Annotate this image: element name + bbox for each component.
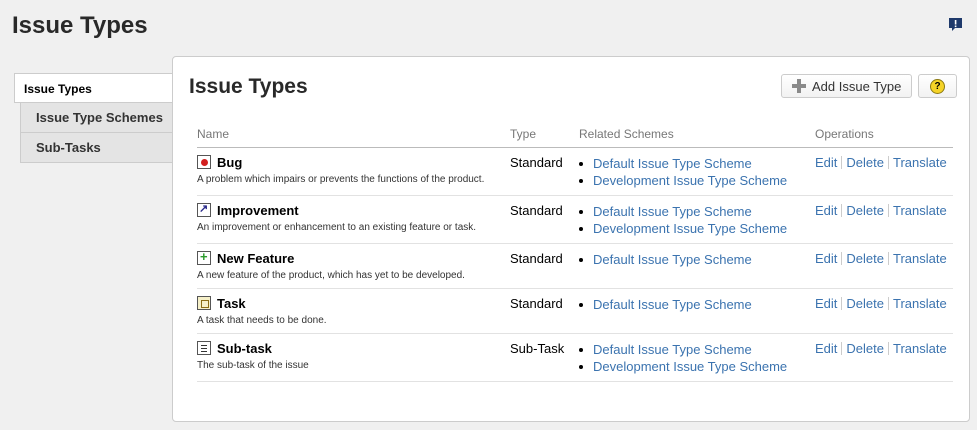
- name-cell: Improvement An improvement or enhancemen…: [197, 195, 510, 244]
- column-header-related-schemes: Related Schemes: [579, 121, 815, 148]
- page-title: Issue Types: [12, 12, 148, 39]
- sidebar-item-label: Issue Type Schemes: [36, 110, 163, 125]
- divider: [841, 203, 843, 217]
- add-issue-type-button[interactable]: Add Issue Type: [781, 74, 912, 98]
- scheme-link[interactable]: Development Issue Type Scheme: [593, 359, 787, 374]
- issue-type-name: Improvement: [217, 202, 299, 218]
- new-feature-icon: [197, 249, 211, 265]
- delete-link[interactable]: Delete: [846, 251, 884, 266]
- scheme-link[interactable]: Default Issue Type Scheme: [593, 252, 752, 267]
- issue-type-description: The sub-task of the issue: [197, 359, 309, 371]
- admin-sidebar: Issue Types Issue Type Schemes Sub-Tasks: [14, 73, 174, 163]
- sidebar-item-issue-type-schemes[interactable]: Issue Type Schemes: [20, 103, 174, 133]
- name-cell: New Feature A new feature of the product…: [197, 243, 510, 289]
- edit-link[interactable]: Edit: [815, 296, 837, 311]
- operations-cell: Edit Delete Translate: [815, 243, 953, 289]
- divider: [887, 341, 889, 355]
- related-schemes-cell: Default Issue Type Scheme Development Is…: [579, 195, 815, 244]
- divider: [841, 251, 843, 265]
- divider: [887, 251, 889, 265]
- table-row: Bug A problem which impairs or prevents …: [197, 147, 953, 196]
- related-schemes-cell: Default Issue Type Scheme: [579, 243, 815, 289]
- divider: [841, 155, 843, 169]
- issue-type-name: New Feature: [217, 250, 295, 266]
- sidebar-item-label: Issue Types: [24, 82, 92, 96]
- subtask-icon: [197, 341, 211, 355]
- scheme-link[interactable]: Default Issue Type Scheme: [593, 204, 752, 219]
- divider: [887, 296, 889, 310]
- translate-link[interactable]: Translate: [893, 341, 947, 356]
- issue-type-name: Bug: [217, 154, 243, 170]
- translate-link[interactable]: Translate: [893, 155, 947, 170]
- type-cell: Standard: [510, 195, 579, 244]
- type-cell: Standard: [510, 288, 579, 334]
- scheme-link[interactable]: Default Issue Type Scheme: [593, 297, 752, 312]
- delete-link[interactable]: Delete: [846, 341, 884, 356]
- issue-type-description: A task that needs to be done.: [197, 314, 327, 326]
- name-cell: Task A task that needs to be done.: [197, 288, 510, 334]
- toolbar: Add Issue Type ?: [781, 74, 957, 98]
- translate-link[interactable]: Translate: [893, 251, 947, 266]
- delete-link[interactable]: Delete: [846, 155, 884, 170]
- name-cell: Sub-task The sub-task of the issue: [197, 333, 510, 382]
- scheme-link[interactable]: Development Issue Type Scheme: [593, 221, 787, 236]
- column-header-name: Name: [197, 121, 510, 148]
- issue-type-description: An improvement or enhancement to an exis…: [197, 221, 477, 233]
- name-cell: Bug A problem which impairs or prevents …: [197, 147, 510, 196]
- related-schemes-cell: Default Issue Type Scheme Development Is…: [579, 333, 815, 382]
- issue-type-name: Task: [217, 295, 246, 311]
- sidebar-item-sub-tasks[interactable]: Sub-Tasks: [20, 133, 174, 163]
- panel-title: Issue Types: [189, 75, 308, 98]
- table-row: Improvement An improvement or enhancemen…: [197, 195, 953, 244]
- translate-link[interactable]: Translate: [893, 203, 947, 218]
- edit-link[interactable]: Edit: [815, 203, 837, 218]
- delete-link[interactable]: Delete: [846, 296, 884, 311]
- scheme-link[interactable]: Default Issue Type Scheme: [593, 156, 752, 171]
- feedback-icon[interactable]: [948, 17, 963, 32]
- column-header-type: Type: [510, 121, 579, 148]
- divider: [841, 341, 843, 355]
- translate-link[interactable]: Translate: [893, 296, 947, 311]
- divider: [887, 203, 889, 217]
- bug-icon: [197, 155, 211, 169]
- operations-cell: Edit Delete Translate: [815, 195, 953, 244]
- operations-cell: Edit Delete Translate: [815, 333, 953, 382]
- table-row: Sub-task The sub-task of the issue Sub-T…: [197, 333, 953, 382]
- type-cell: Standard: [510, 243, 579, 289]
- task-icon: [197, 296, 211, 310]
- related-schemes-cell: Default Issue Type Scheme: [579, 288, 815, 334]
- edit-link[interactable]: Edit: [815, 341, 837, 356]
- divider: [887, 155, 889, 169]
- operations-cell: Edit Delete Translate: [815, 147, 953, 196]
- issue-type-name: Sub-task: [217, 340, 272, 356]
- related-schemes-cell: Default Issue Type Scheme Development Is…: [579, 147, 815, 196]
- issue-type-description: A new feature of the product, which has …: [197, 269, 465, 281]
- help-button[interactable]: ?: [918, 74, 957, 98]
- add-issue-type-label: Add Issue Type: [812, 78, 902, 94]
- divider: [841, 296, 843, 310]
- sidebar-item-label: Sub-Tasks: [36, 140, 101, 155]
- table-row: Task A task that needs to be done. Stand…: [197, 288, 953, 334]
- issue-type-description: A problem which impairs or prevents the …: [197, 173, 485, 185]
- type-cell: Sub-Task: [510, 333, 579, 382]
- type-cell: Standard: [510, 147, 579, 196]
- delete-link[interactable]: Delete: [846, 203, 884, 218]
- scheme-link[interactable]: Development Issue Type Scheme: [593, 173, 787, 188]
- edit-link[interactable]: Edit: [815, 155, 837, 170]
- help-icon: ?: [930, 78, 945, 94]
- table-header-row: Name Type Related Schemes Operations: [197, 121, 953, 148]
- table-row: New Feature A new feature of the product…: [197, 243, 953, 289]
- improvement-icon: [197, 202, 211, 217]
- issue-types-table: Name Type Related Schemes Operations Bug…: [197, 121, 953, 382]
- scheme-link[interactable]: Default Issue Type Scheme: [593, 342, 752, 357]
- add-icon: [792, 79, 806, 93]
- edit-link[interactable]: Edit: [815, 251, 837, 266]
- issue-types-panel: Issue Types Add Issue Type ? Name Type R…: [172, 56, 970, 422]
- operations-cell: Edit Delete Translate: [815, 288, 953, 334]
- sidebar-item-issue-types[interactable]: Issue Types: [14, 73, 174, 103]
- column-header-operations: Operations: [815, 121, 953, 148]
